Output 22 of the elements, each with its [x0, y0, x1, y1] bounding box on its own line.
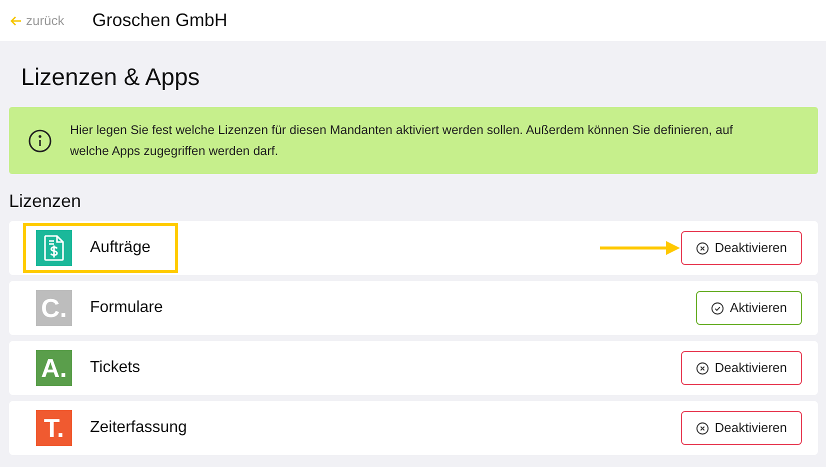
info-icon	[28, 128, 52, 152]
license-name: Zeiterfassung	[90, 418, 187, 438]
deactivate-button[interactable]: Deaktivieren	[680, 351, 802, 385]
section-title: Lizenzen	[9, 190, 82, 212]
company-title: Groschen GmbH	[92, 9, 228, 32]
license-name: Aufträge	[90, 238, 150, 258]
page-title: Lizenzen & Apps	[21, 63, 201, 93]
app-logo: C.	[36, 290, 72, 326]
close-circle-icon	[696, 362, 709, 374]
info-text: Hier legen Sie fest welche Lizenzen für diesen Mandanten aktiviert werden sollen. Außerdem können Sie definieren, auf welche Apps zugegriffen werden darf.	[70, 122, 734, 160]
license-name: Formulare	[90, 298, 163, 318]
back-link-text: zurück	[26, 12, 64, 30]
close-circle-icon	[696, 242, 709, 254]
activate-button[interactable]: Aktivieren	[696, 291, 802, 325]
close-circle-icon	[696, 422, 709, 434]
back-arrow-icon	[10, 14, 22, 26]
deactivate-button[interactable]: Deaktivieren	[680, 411, 802, 445]
deactivate-button[interactable]: Deaktivieren	[680, 231, 802, 265]
license-name: Tickets	[90, 358, 140, 378]
check-circle-icon	[710, 302, 724, 314]
app-logo: A.	[36, 350, 72, 386]
app-logo: T.	[36, 410, 72, 446]
